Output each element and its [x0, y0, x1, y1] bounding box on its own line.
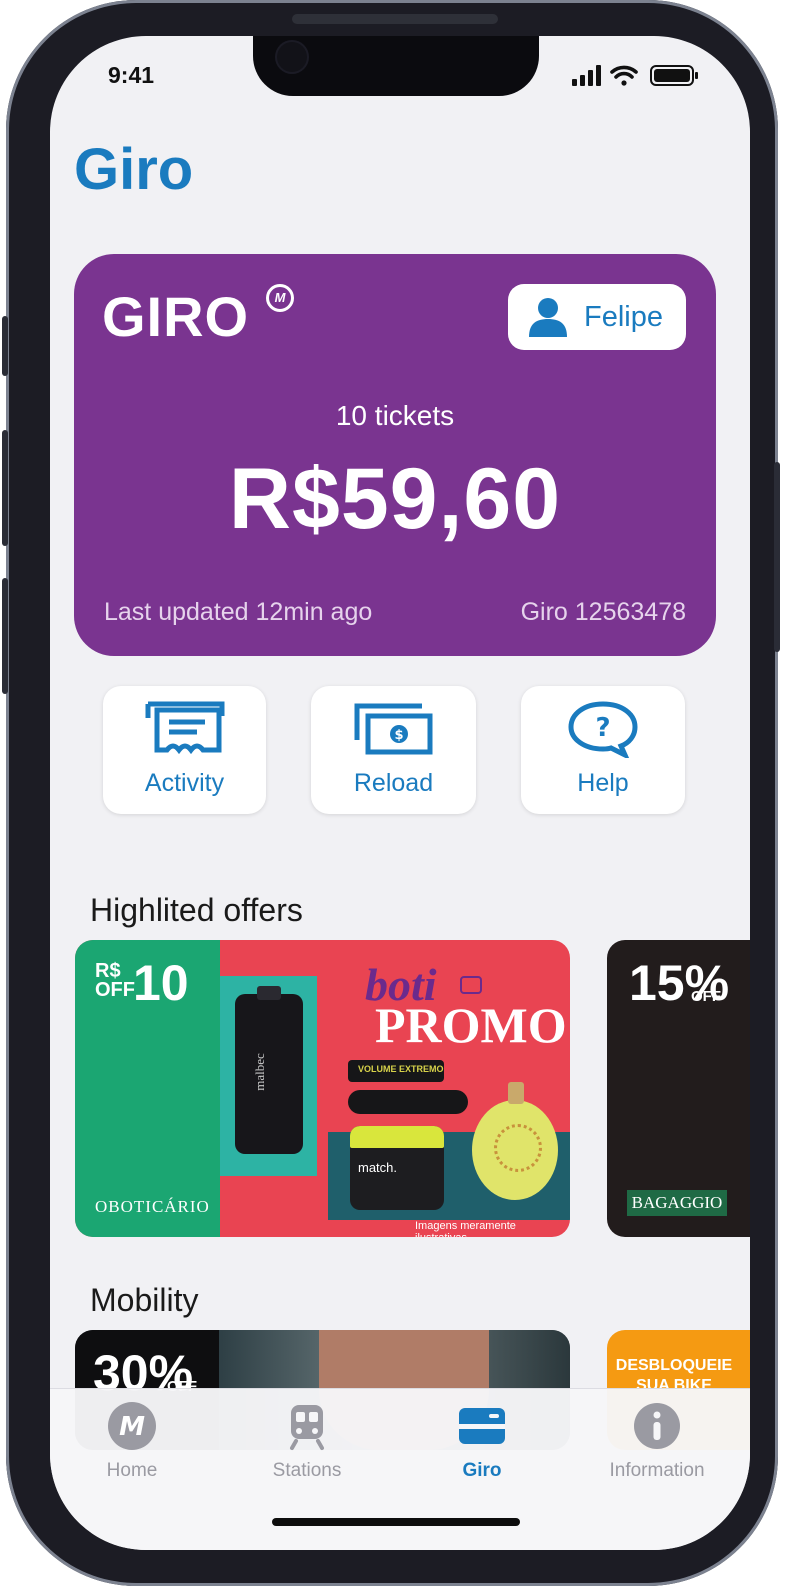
status-icons — [572, 65, 698, 86]
svg-text:?: ? — [595, 713, 610, 743]
page-title: Giro — [74, 137, 194, 202]
card-number: Giro 12563478 — [520, 598, 686, 626]
battery-icon — [650, 65, 698, 86]
perfume-bottle-image: malbec — [235, 986, 303, 1154]
promo-wordmark: PROMO — [375, 997, 567, 1053]
boticario-offer-banner[interactable]: R$ OFF 10 OBOTICÁRIO malbec boti PROMO V… — [75, 940, 570, 1237]
tab-giro-label: Giro — [462, 1460, 502, 1481]
metro-mark-icon: M — [266, 284, 294, 312]
mascara-label: VOLUME EXTREMO — [358, 1064, 444, 1074]
wifi-icon — [610, 65, 638, 86]
tab-giro[interactable]: Giro — [402, 1401, 562, 1482]
tab-information[interactable]: Information — [577, 1401, 737, 1482]
giro-logo: GIRO — [102, 285, 250, 348]
activity-button[interactable]: Activity — [103, 686, 266, 814]
volume-down-button — [2, 578, 8, 694]
help-label: Help — [577, 769, 629, 797]
help-bubble-icon: ? — [568, 701, 638, 758]
camera-icon — [275, 40, 309, 74]
status-time: 9:41 — [108, 62, 155, 88]
help-button[interactable]: ? Help — [521, 686, 685, 814]
bike-offer-line1: DESBLOQUEIE — [615, 1357, 733, 1374]
bagaggio-off-label: OFF — [691, 988, 721, 1005]
earpiece-speaker — [292, 14, 498, 24]
signal-icon — [572, 65, 601, 86]
svg-text:M: M — [119, 1412, 145, 1442]
power-button — [774, 462, 780, 652]
profile-button[interactable]: Felipe — [508, 284, 686, 350]
highlighted-offers-title: Highlited offers — [90, 892, 303, 928]
offer-discount-value: 10 — [133, 955, 189, 1011]
offer-discount-prefix: R$ OFF — [95, 960, 135, 1001]
info-icon — [634, 1403, 680, 1449]
bagaggio-logo: BAGAGGIO — [627, 1190, 727, 1216]
card-icon — [459, 1408, 505, 1444]
user-icon — [529, 298, 567, 337]
tab-stations-label: Stations — [272, 1460, 342, 1481]
receipt-icon — [145, 701, 224, 755]
offer-disclaimer: Imagens meramente ilustrativas. — [415, 1220, 516, 1237]
reload-label: Reload — [353, 769, 434, 797]
fragrance-bottle-image — [472, 1082, 558, 1200]
match-jar-image: match. — [350, 1126, 444, 1210]
tickets-count: 10 tickets — [335, 400, 455, 431]
mascara-brush-image — [348, 1090, 468, 1114]
match-label: match. — [358, 1160, 398, 1175]
tab-home[interactable]: M Home — [52, 1401, 212, 1482]
activity-label: Activity — [144, 769, 225, 797]
cash-icon: $ — [354, 703, 432, 755]
tab-stations[interactable]: Stations — [227, 1401, 387, 1482]
malbec-label: malbec — [251, 1053, 267, 1091]
mute-switch — [2, 316, 8, 376]
notch — [253, 36, 539, 96]
svg-text:$: $ — [394, 728, 403, 743]
reload-button[interactable]: $ Reload — [311, 686, 476, 814]
last-updated: Last updated 12min ago — [104, 598, 373, 626]
heart-badge-icon — [460, 976, 482, 994]
volume-up-button — [2, 430, 8, 546]
boticario-logo: OBOTICÁRIO — [95, 1197, 210, 1216]
balance-amount: R$59,60 — [228, 451, 562, 547]
home-indicator[interactable] — [272, 1518, 520, 1526]
tab-home-label: Home — [106, 1460, 158, 1481]
metro-logo-icon: M — [108, 1402, 156, 1450]
profile-name: Felipe — [584, 300, 663, 333]
tab-information-label: Information — [609, 1460, 705, 1481]
giro-card[interactable]: GIRO M Felipe 10 tickets R$59,60 Last up… — [74, 254, 716, 656]
train-icon — [290, 1405, 324, 1450]
phone-frame: 9:41 Giro GIRO M Felipe 10 tickets R$59,… — [2, 0, 780, 1586]
bagaggio-offer-banner[interactable]: 15% OFF BAGAGGIO — [607, 940, 750, 1237]
mascara-image: VOLUME EXTREMO — [348, 1060, 444, 1082]
mobility-title: Mobility — [90, 1282, 199, 1318]
app-screen: 9:41 Giro GIRO M Felipe 10 tickets R$59,… — [50, 36, 750, 1550]
